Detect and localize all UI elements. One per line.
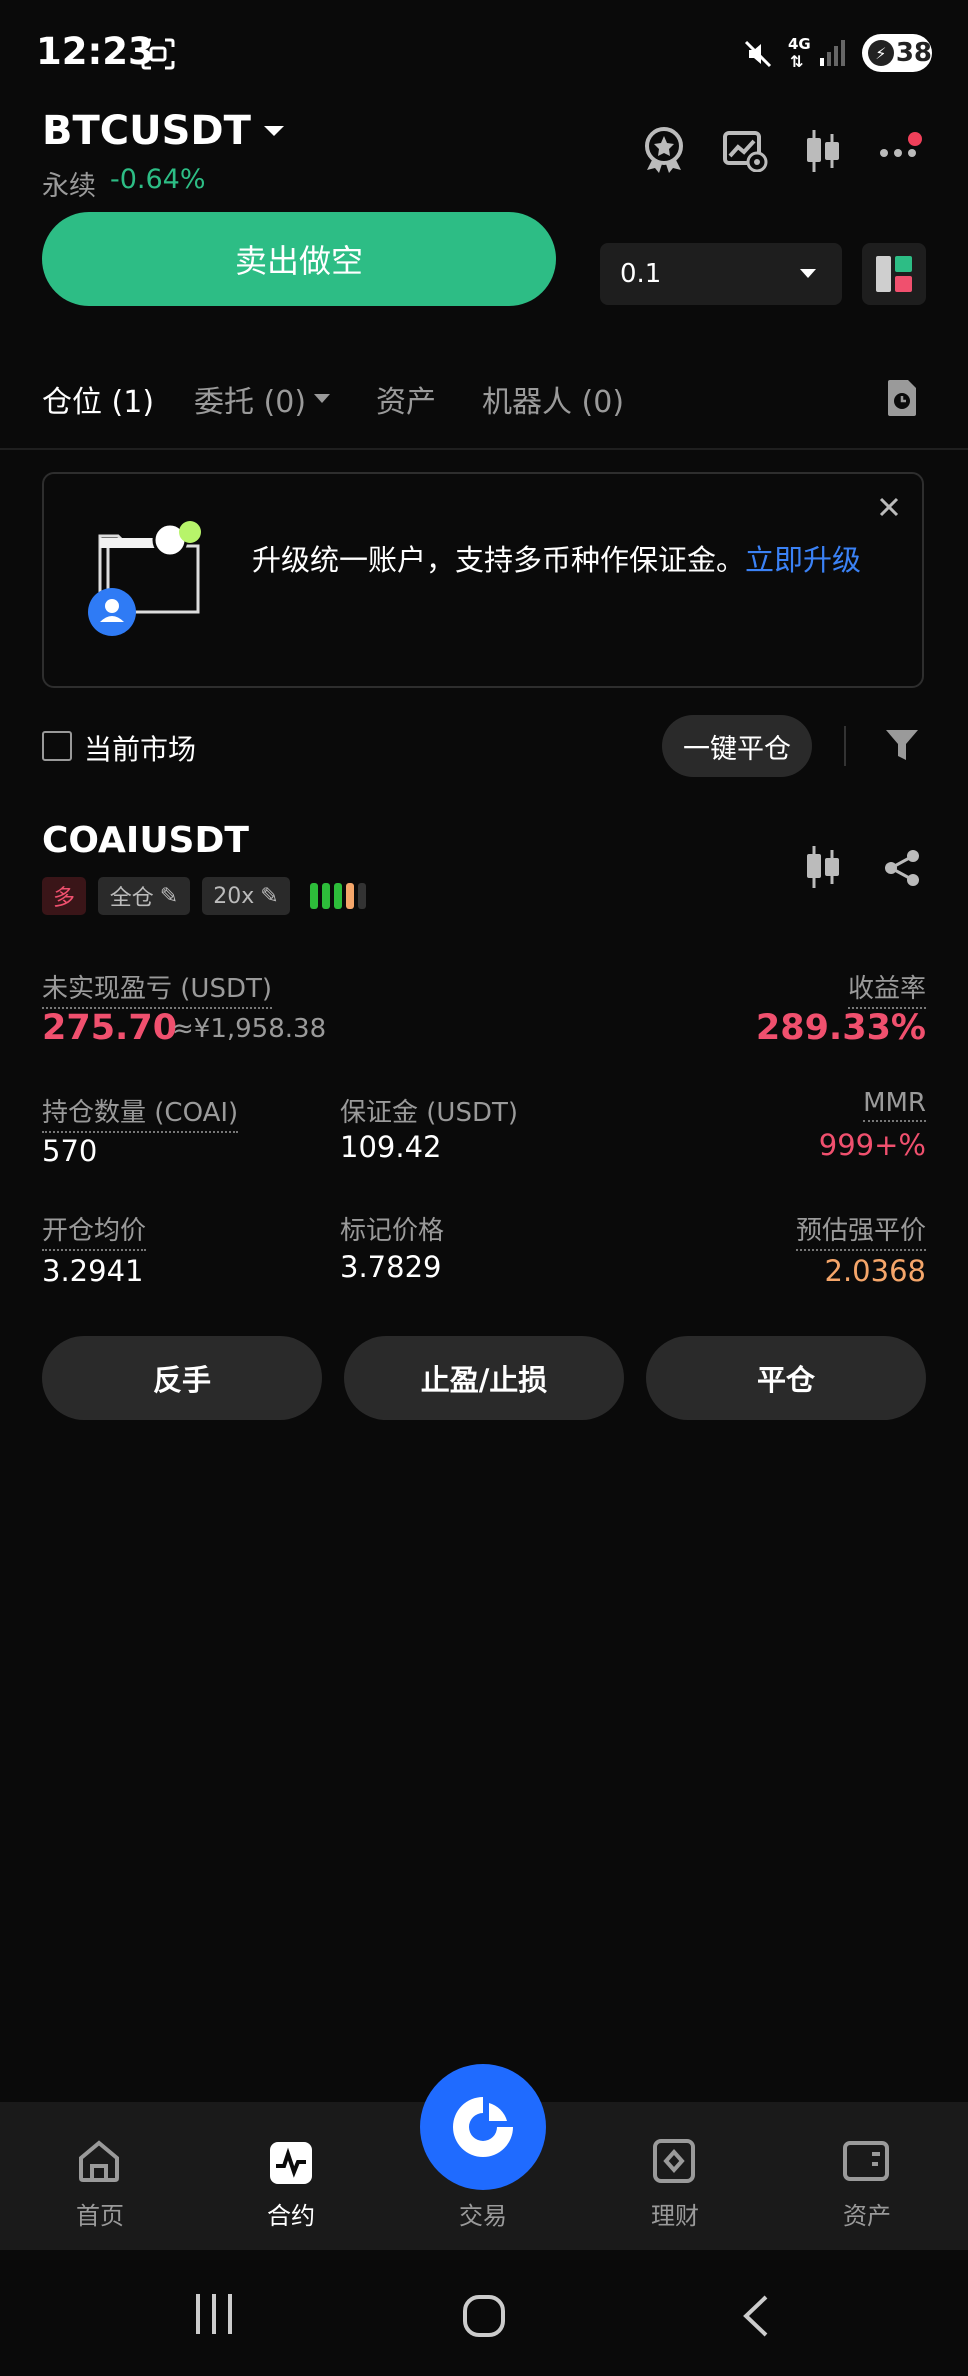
sell-short-button[interactable]: 卖出做空	[42, 212, 556, 306]
battery-level: 38	[895, 38, 932, 68]
wallet-icon	[843, 2141, 889, 2181]
more-dot-icon	[894, 149, 902, 157]
tab-positions[interactable]: 仓位 (1)	[42, 377, 154, 421]
liq-price-label[interactable]: 预估强平价	[795, 1210, 926, 1251]
nav-assets[interactable]: 资产	[797, 2196, 937, 2231]
qty-label[interactable]: 持仓数量 (COAI)	[42, 1092, 239, 1133]
entry-price-label[interactable]: 开仓均价	[42, 1210, 147, 1251]
candlestick-icon[interactable]	[804, 128, 842, 174]
divider	[844, 726, 846, 766]
risk-bar	[310, 883, 318, 909]
charging-icon: ⚡	[868, 40, 894, 66]
position-symbol: COAIUSDT	[42, 820, 249, 861]
back-icon[interactable]	[740, 2294, 772, 2338]
trade-logo-icon	[453, 2097, 513, 2157]
unrealized-pnl-cny: ≈¥1,958.38	[172, 1014, 327, 1044]
account-upgrade-icon	[88, 521, 201, 636]
wealth-icon	[653, 2139, 695, 2183]
chart-image-icon[interactable]	[722, 130, 768, 172]
leverage-badge[interactable]: 20x ✎	[202, 877, 290, 915]
home-button-icon[interactable]	[462, 2294, 506, 2338]
contract-type: 永续	[42, 171, 96, 202]
margin-mode-label: 全仓	[109, 886, 154, 911]
trade-fab-button[interactable]	[420, 2064, 546, 2190]
chevron-down-icon	[800, 269, 816, 278]
recent-apps-icon[interactable]	[190, 2292, 238, 2336]
risk-level-bars	[310, 883, 366, 909]
home-icon	[79, 2140, 119, 2182]
mmr-value: 999+%	[818, 1128, 926, 1162]
layout-icon	[876, 256, 912, 292]
price-change: -0.64%	[110, 164, 206, 195]
symbol-title: BTCUSDT	[42, 108, 251, 154]
edit-icon: ✎	[159, 883, 179, 909]
more-dot-icon	[880, 149, 888, 157]
nav-futures[interactable]: 合约	[221, 2196, 361, 2231]
quantity-select[interactable]: 0.1	[600, 243, 842, 305]
side-badge: 多	[42, 877, 86, 915]
banner-message: 升级统一账户，支持多币种作保证金。立即升级	[252, 536, 862, 584]
data-arrows-icon: ⇅	[790, 52, 804, 71]
battery-indicator: ⚡ 38	[862, 34, 932, 72]
nav-home[interactable]: 首页	[30, 2196, 170, 2231]
roi-label[interactable]: 收益率	[847, 968, 926, 1009]
futures-icon	[270, 2142, 312, 2184]
more-menu[interactable]	[878, 124, 928, 174]
mark-price-label: 标记价格	[340, 1216, 445, 1246]
caret-down-icon	[314, 394, 331, 403]
notification-badge	[908, 132, 922, 146]
screenshot-icon	[141, 38, 175, 70]
more-dot-icon	[908, 149, 916, 157]
mark-price-value: 3.7829	[340, 1250, 442, 1284]
qty-value: 570	[42, 1134, 98, 1168]
edit-icon: ✎	[260, 883, 279, 909]
entry-price-value: 3.2941	[42, 1254, 144, 1288]
nav-trade[interactable]: 交易	[413, 2196, 553, 2231]
banner-text: 升级统一账户，支持多币种作保证金。	[252, 543, 746, 577]
roi-value: 289.33%	[755, 1008, 926, 1048]
close-all-button[interactable]: 一键平仓	[662, 715, 812, 777]
risk-bar	[322, 883, 330, 909]
risk-bar	[346, 883, 354, 909]
filter-icon[interactable]	[884, 726, 920, 764]
signal-icon	[820, 40, 845, 66]
risk-bar	[358, 883, 366, 909]
symbol-selector[interactable]: BTCUSDT	[42, 108, 287, 154]
leverage-label: 20x	[213, 883, 255, 909]
nav-wealth[interactable]: 理财	[605, 2196, 745, 2231]
current-market-checkbox[interactable]	[42, 731, 72, 761]
candlestick-icon[interactable]	[804, 844, 842, 890]
close-icon[interactable]	[878, 496, 900, 518]
tab-bots[interactable]: 机器人 (0)	[482, 377, 624, 421]
liq-price-value: 2.0368	[824, 1254, 926, 1288]
margin-label: 保证金 (USDT)	[340, 1098, 518, 1128]
history-icon[interactable]	[884, 378, 920, 418]
divider	[0, 448, 968, 450]
mute-icon	[744, 40, 772, 68]
risk-bar	[334, 883, 342, 909]
unrealized-pnl-value: 275.70	[42, 1008, 178, 1048]
tp-sl-button[interactable]: 止盈/止损	[344, 1336, 624, 1420]
unrealized-pnl-label[interactable]: 未实现盈亏 (USDT)	[42, 968, 272, 1009]
margin-mode-badge[interactable]: 全仓 ✎	[98, 877, 190, 915]
layout-toggle-button[interactable]	[862, 243, 926, 305]
margin-value: 109.42	[340, 1130, 442, 1164]
quantity-value: 0.1	[620, 259, 662, 289]
current-market-label: 当前市场	[84, 733, 197, 766]
share-icon[interactable]	[882, 848, 922, 888]
upgrade-link[interactable]: 立即升级	[745, 543, 861, 577]
caret-down-icon	[263, 126, 284, 136]
mmr-label[interactable]: MMR	[863, 1088, 926, 1122]
award-icon[interactable]	[642, 126, 686, 174]
tab-assets[interactable]: 资产	[376, 377, 436, 421]
reverse-button[interactable]: 反手	[42, 1336, 322, 1420]
upgrade-banner: 升级统一账户，支持多币种作保证金。立即升级	[42, 472, 924, 688]
tab-orders-label: 委托 (0)	[194, 385, 307, 420]
tab-orders[interactable]: 委托 (0)	[194, 377, 332, 421]
close-position-button[interactable]: 平仓	[646, 1336, 926, 1420]
network-type: 4G	[788, 35, 811, 53]
status-time: 12:23	[36, 30, 154, 73]
